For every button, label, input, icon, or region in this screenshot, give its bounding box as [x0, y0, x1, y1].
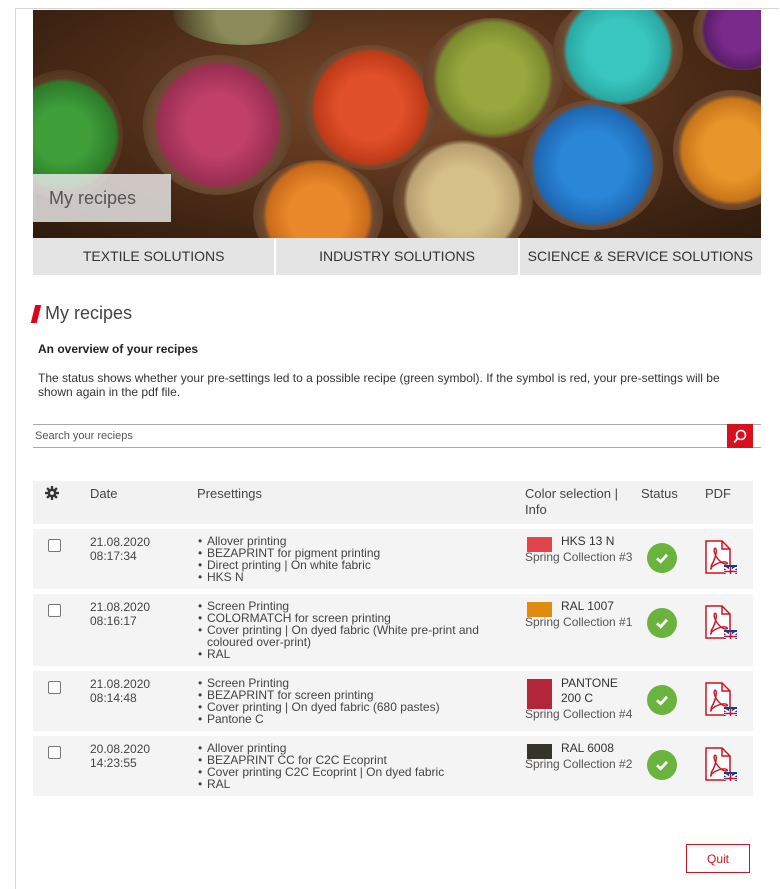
- presetting-item: Pantone C: [198, 713, 525, 725]
- flag-uk-icon: [724, 772, 737, 781]
- collection-name: Spring Collection #2: [525, 757, 633, 771]
- row-checkbox[interactable]: [48, 746, 61, 759]
- status-ok-icon: [647, 750, 677, 780]
- nav-science-service-solutions[interactable]: SCIENCE & SERVICE SOLUTIONS: [519, 238, 761, 275]
- page-subtitle: An overview of your recipes: [38, 342, 199, 356]
- page-description: The status shows whether your pre-settin…: [38, 371, 720, 399]
- presettings-list: Allover printing BEZAPRINT CC for C2C Ec…: [185, 742, 525, 796]
- header-pdf: PDF: [705, 486, 731, 501]
- pdf-download-icon[interactable]: [703, 682, 737, 718]
- presetting-item: RAL: [198, 778, 525, 790]
- color-swatch: [527, 744, 552, 759]
- presettings-list: Screen Printing COLORMATCH for screen pr…: [185, 600, 525, 666]
- presetting-item: Cover printing C2C Ecoprint | On dyed fa…: [198, 766, 525, 778]
- pdf-download-icon[interactable]: [703, 540, 737, 576]
- flag-uk-icon: [724, 707, 737, 716]
- page-title: My recipes: [45, 303, 133, 323]
- status-ok-icon: [647, 543, 677, 573]
- presettings-list: Screen Printing BEZAPRINT for screen pri…: [185, 677, 525, 731]
- table-row: 20.08.2020 14:23:55 Allover printing BEZ…: [33, 736, 753, 796]
- row-date: 20.08.2020: [90, 742, 151, 756]
- flag-uk-icon: [724, 565, 737, 574]
- search-input[interactable]: [35, 428, 715, 444]
- presetting-item: Direct printing | On white fabric: [198, 559, 525, 571]
- row-checkbox[interactable]: [48, 539, 61, 552]
- row-checkbox[interactable]: [48, 604, 61, 617]
- row-date: 21.08.2020: [90, 600, 151, 614]
- header-status: Status: [641, 486, 678, 501]
- table-row: 21.08.2020 08:16:17 Screen Printing COLO…: [33, 594, 753, 666]
- status-ok-icon: [647, 608, 677, 638]
- presetting-item: Cover printing | On dyed fabric (White p…: [198, 624, 525, 648]
- row-time: 08:16:17: [90, 614, 137, 628]
- header-presettings: Presettings: [197, 486, 263, 501]
- row-time: 14:23:55: [90, 756, 137, 770]
- collection-name: Spring Collection #1: [525, 615, 633, 629]
- color-swatch: [527, 537, 552, 552]
- table-row: 21.08.2020 08:14:48 Screen Printing BEZA…: [33, 671, 753, 731]
- title-accent-mark: [30, 304, 42, 323]
- hero-banner: My recipes: [33, 10, 761, 238]
- pdf-download-icon[interactable]: [703, 605, 737, 641]
- nav-industry-solutions[interactable]: INDUSTRY SOLUTIONS: [276, 238, 520, 275]
- presetting-item: RAL: [198, 648, 525, 660]
- pdf-download-icon[interactable]: [703, 747, 737, 783]
- collection-name: Spring Collection #4: [525, 707, 633, 721]
- flag-uk-icon: [724, 630, 737, 639]
- search-icon: [733, 429, 747, 443]
- table-settings-button[interactable]: [33, 481, 78, 524]
- presettings-list: Allover printing BEZAPRINT for pigment p…: [185, 535, 525, 589]
- quit-button[interactable]: Quit: [686, 844, 750, 873]
- page-title-block: My recipes: [30, 303, 133, 324]
- row-date: 21.08.2020: [90, 677, 151, 691]
- main-nav: TEXTILE SOLUTIONS INDUSTRY SOLUTIONS SCI…: [33, 238, 761, 275]
- presetting-item: HKS N: [198, 571, 525, 583]
- color-swatch: [527, 602, 552, 617]
- color-swatch: [527, 679, 552, 709]
- row-date: 21.08.2020: [90, 535, 151, 549]
- table-row: 21.08.2020 08:17:34 Allover printing BEZ…: [33, 529, 753, 589]
- row-time: 08:17:34: [90, 549, 137, 563]
- header-date[interactable]: Date: [78, 481, 185, 524]
- status-ok-icon: [647, 685, 677, 715]
- collection-name: Spring Collection #3: [525, 550, 633, 564]
- row-time: 08:14:48: [90, 691, 137, 705]
- search-bar: [33, 424, 761, 448]
- table-header: Date Presettings Color selection | Info …: [33, 481, 753, 524]
- recipes-table: Date Presettings Color selection | Info …: [33, 481, 753, 796]
- header-color-selection: Color selection | Info: [525, 486, 618, 517]
- nav-textile-solutions[interactable]: TEXTILE SOLUTIONS: [33, 238, 277, 275]
- hero-title: My recipes: [33, 174, 171, 222]
- search-button[interactable]: [727, 424, 753, 448]
- row-checkbox[interactable]: [48, 681, 61, 694]
- gear-icon: [45, 486, 59, 500]
